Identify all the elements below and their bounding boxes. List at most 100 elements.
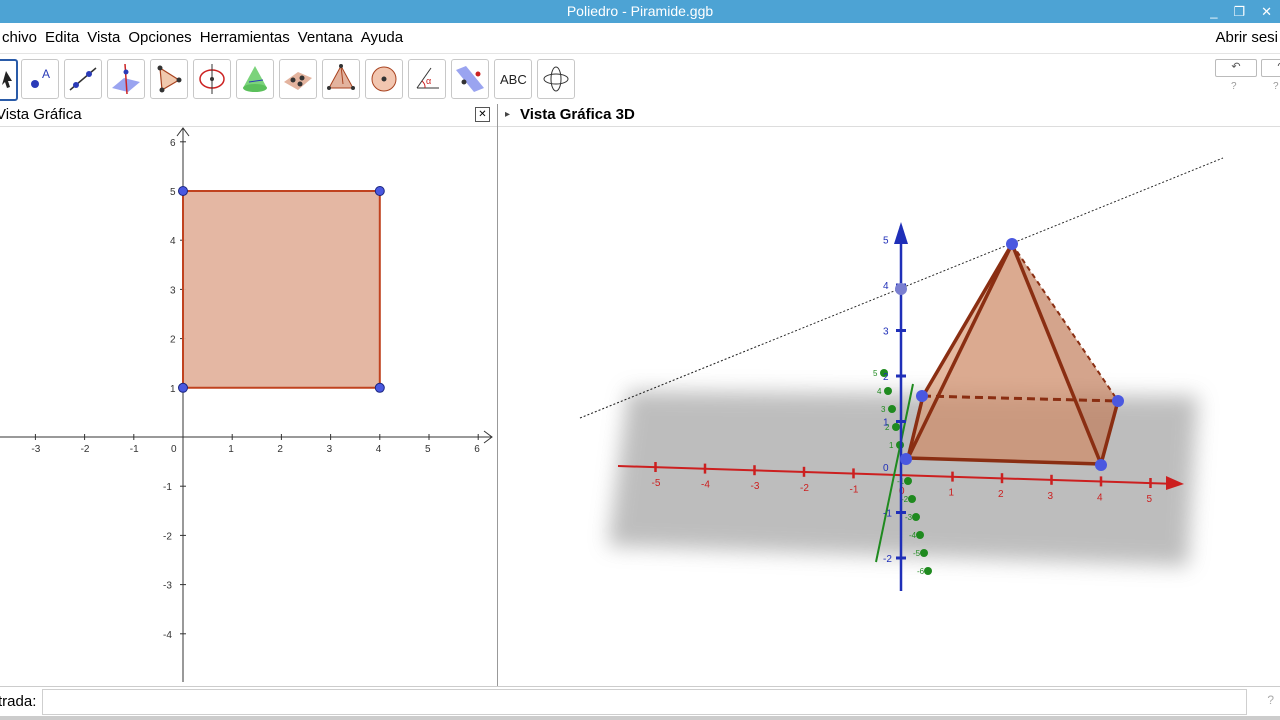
polygon-vertex-point[interactable] [374, 186, 385, 196]
z-tick-label-3d: -2 [883, 554, 892, 565]
point-tool-icon: A [31, 67, 50, 88]
line-tool-button[interactable] [64, 59, 102, 99]
toolbar: A α ABC ↶ ↷ ? ? [0, 53, 1280, 105]
undo-help-icon[interactable]: ? [1231, 81, 1237, 92]
vertex-point[interactable] [1112, 395, 1124, 407]
y-tick-label: 3 [170, 285, 176, 296]
menu-opciones[interactable]: Opciones [122, 23, 197, 53]
x-tick-label: 0 [171, 444, 177, 455]
z-tick-label-3d: -1 [883, 509, 892, 520]
menu-vista[interactable]: Vista [81, 23, 126, 53]
pyramid-tool-button[interactable] [322, 59, 360, 99]
taskbar-strip [0, 716, 1280, 720]
graphics-view-2d[interactable]: -3 -2 -1 0 1 2 3 4 5 6 6 5 4 3 2 1 -1 -2 -3 -4 [0, 126, 497, 686]
pyramid-tool-icon [327, 64, 355, 90]
apex-point[interactable] [1006, 238, 1018, 250]
menu-archivo[interactable]: chivo [0, 23, 43, 53]
z-tick-label-3d: 3 [883, 327, 889, 338]
y-tick-label: 2 [170, 335, 176, 346]
x-tick-label: -1 [130, 444, 139, 455]
z-tick-label-3d: 1 [883, 418, 889, 429]
x-tick-label-3d: -2 [800, 483, 809, 494]
minimize-button[interactable]: _ [1210, 0, 1217, 23]
window-titlebar: Poliedro - Piramide.ggb _ ❐ ✕ [0, 0, 1280, 23]
polygon-tool-button[interactable] [150, 59, 188, 99]
y-tick-3d [884, 387, 892, 395]
vertex-point[interactable] [916, 390, 928, 402]
y-tick-label: 6 [170, 138, 176, 149]
z-tick-label-3d: 0 [883, 463, 889, 474]
undo-button[interactable]: ↶ [1215, 59, 1257, 77]
input-bar: trada: ? [0, 686, 1280, 717]
x-tick-label-3d: -1 [850, 484, 859, 495]
svg-text:α: α [426, 76, 431, 86]
move-tool-icon [2, 71, 12, 88]
x-tick-label: -3 [31, 444, 40, 455]
y-tick-label-3d: -4 [909, 531, 917, 540]
move-tool-button[interactable] [0, 59, 18, 101]
y-tick-label-3d: 5 [873, 369, 878, 378]
x-tick-label: 2 [277, 444, 283, 455]
y-tick-3d [920, 549, 928, 557]
menu-ventana[interactable]: Ventana [292, 23, 359, 53]
perpendicular-line-tool-icon [112, 63, 140, 95]
graphics-3d-canvas[interactable]: -5-4-3-2-1012345 54321-1-2-3-4-5-6 54321… [498, 126, 1280, 686]
perpendicular-line-tool-button[interactable] [107, 59, 145, 99]
rotate-view-tool-button[interactable] [537, 59, 575, 99]
angle-tool-icon: α [416, 67, 439, 89]
y-tick-3d [912, 513, 920, 521]
window-title: Poliedro - Piramide.ggb [566, 3, 714, 19]
redo-help-icon[interactable]: ? [1273, 81, 1279, 92]
y-tick-label: -4 [163, 630, 172, 641]
plane-tool-icon [284, 72, 312, 90]
x-tick-label-3d: -3 [751, 481, 760, 492]
vertex-point[interactable] [900, 453, 912, 465]
y-tick-3d [888, 405, 896, 413]
login-link[interactable]: Abrir sesi [1215, 23, 1278, 53]
x-tick-label: 1 [228, 444, 234, 455]
maximize-button[interactable]: ❐ [1233, 0, 1245, 23]
y-tick-3d [892, 423, 900, 431]
y-tick-label-3d: -6 [917, 567, 925, 576]
input-help-icon[interactable]: ? [1267, 693, 1274, 707]
graphics-view-3d[interactable]: -5-4-3-2-1012345 54321-1-2-3-4-5-6 54321… [498, 126, 1280, 686]
y-tick-3d [904, 477, 912, 485]
square-polygon[interactable] [182, 190, 381, 389]
redo-button[interactable]: ↷ [1261, 59, 1280, 77]
angle-tool-button[interactable]: α [408, 59, 446, 99]
menu-ayuda[interactable]: Ayuda [355, 23, 409, 53]
menu-herramientas[interactable]: Herramientas [194, 23, 296, 53]
x-tick-label: 5 [425, 444, 431, 455]
text-tool-button[interactable]: ABC [494, 59, 532, 99]
x-tick-label: 3 [327, 444, 333, 455]
reflect-tool-button[interactable] [451, 59, 489, 99]
reflect-tool-icon [456, 66, 484, 92]
y-tick-3d [908, 495, 916, 503]
collapse-triangle-icon[interactable]: ▸ [505, 104, 510, 126]
polygon-vertex-point[interactable] [374, 382, 385, 393]
point-tool-button[interactable]: A [21, 59, 59, 99]
z-tick-label-3d: 4 [883, 281, 889, 292]
close-button[interactable]: ✕ [1261, 0, 1272, 23]
cone-tool-button[interactable] [236, 59, 274, 99]
input-field[interactable] [42, 689, 1247, 715]
graphics-2d-canvas[interactable]: -3 -2 -1 0 1 2 3 4 5 6 6 5 4 3 2 1 -1 -2 -3 -4 [0, 126, 497, 686]
line-tool-icon [69, 67, 97, 91]
sphere-tool-icon [371, 66, 397, 92]
plane-tool-button[interactable] [279, 59, 317, 99]
graphics-view-title: Vista Gráfica [0, 106, 82, 123]
z-point[interactable] [895, 283, 907, 295]
polygon-vertex-point[interactable] [178, 186, 188, 196]
x-tick-label: 4 [376, 444, 382, 455]
polygon-vertex-point[interactable] [178, 382, 188, 393]
y-tick-label-3d: -5 [913, 549, 921, 558]
circle-axis-tool-button[interactable] [193, 59, 231, 99]
vertex-point[interactable] [1095, 459, 1107, 471]
close-view-icon[interactable]: ✕ [475, 107, 490, 122]
svg-text:A: A [42, 67, 50, 81]
sphere-tool-button[interactable] [365, 59, 403, 99]
z-tick-label-3d: 5 [883, 236, 889, 247]
x-tick-label-3d: 3 [1048, 491, 1054, 502]
menu-edita[interactable]: Edita [39, 23, 85, 53]
z-tick-label-3d: 2 [883, 372, 889, 383]
